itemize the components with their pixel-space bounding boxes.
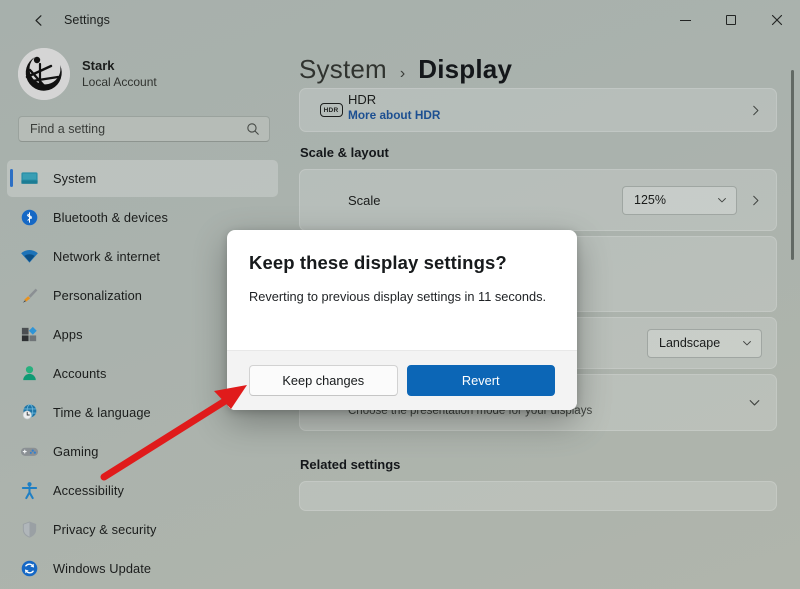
multiple-displays-right <box>747 395 762 410</box>
dialog-title: Keep these display settings? <box>249 252 555 274</box>
chevron-down-icon <box>741 337 753 349</box>
breadcrumb: System › Display <box>299 40 800 85</box>
sidebar-item-system[interactable]: System <box>7 160 278 197</box>
settings-window: Settings <box>0 0 800 589</box>
account-name: Stark <box>82 58 157 74</box>
maximize-icon <box>726 15 736 25</box>
maximize-button[interactable] <box>708 0 754 40</box>
shield-icon <box>16 520 42 539</box>
scale-dropdown[interactable]: 125% <box>622 186 737 215</box>
minimize-icon <box>680 20 691 21</box>
hdr-card[interactable]: HDR HDR More about HDR <box>299 88 777 132</box>
scale-card-title: Scale <box>348 193 622 208</box>
keep-display-settings-dialog: Keep these display settings? Reverting t… <box>227 230 577 410</box>
account-type: Local Account <box>82 75 157 90</box>
keep-changes-button[interactable]: Keep changes <box>249 365 398 396</box>
back-arrow-icon <box>32 13 47 28</box>
hdr-card-right <box>749 104 762 117</box>
minimize-button[interactable] <box>662 0 708 40</box>
scale-card[interactable]: Scale 125% <box>299 169 777 231</box>
chevron-down-icon[interactable] <box>747 395 762 410</box>
close-button[interactable] <box>754 0 800 40</box>
sidebar-item-label: Bluetooth & devices <box>53 210 168 225</box>
search-icon <box>246 122 260 136</box>
display-orientation-right: Landscape <box>647 329 762 358</box>
apps-icon <box>16 325 42 344</box>
close-icon <box>771 14 783 26</box>
related-settings-card[interactable] <box>299 481 777 511</box>
search-placeholder: Find a setting <box>30 122 246 136</box>
sidebar-item-label: Accessibility <box>53 483 124 498</box>
app-title: Settings <box>64 13 110 27</box>
sidebar-item-accessibility[interactable]: Accessibility <box>7 472 278 509</box>
sidebar-item-label: Apps <box>53 327 83 342</box>
account-block[interactable]: Stark Local Account <box>0 40 278 100</box>
gamepad-icon <box>16 442 42 461</box>
scale-layout-heading: Scale & layout <box>300 145 800 160</box>
scale-value: 125% <box>634 193 666 207</box>
person-icon <box>16 364 42 383</box>
hdr-card-body: HDR More about HDR <box>348 98 749 122</box>
sidebar-item-label: System <box>53 171 96 186</box>
scale-card-right: 125% <box>622 186 762 215</box>
chevron-right-icon[interactable] <box>749 104 762 117</box>
sidebar-item-label: Network & internet <box>53 249 160 264</box>
hdr-card-title: HDR <box>348 92 749 107</box>
accessibility-icon <box>16 481 42 500</box>
update-icon <box>16 559 42 578</box>
hdr-badge-text: HDR <box>320 103 343 117</box>
monitor-icon <box>16 169 42 188</box>
avatar-glyph-icon <box>18 48 70 100</box>
vertical-scrollbar[interactable] <box>791 70 794 260</box>
dialog-footer: Keep changes Revert <box>227 350 577 410</box>
title-bar: Settings <box>0 0 800 40</box>
clock-globe-icon <box>16 403 42 422</box>
breadcrumb-separator: › <box>400 65 405 83</box>
sidebar-item-label: Accounts <box>53 366 106 381</box>
scale-card-body: Scale <box>348 193 622 208</box>
display-orientation-value: Landscape <box>659 336 720 350</box>
sidebar-item-gaming[interactable]: Gaming <box>7 433 278 470</box>
sidebar-item-label: Windows Update <box>53 561 151 576</box>
breadcrumb-parent[interactable]: System <box>299 54 387 85</box>
page-title: Display <box>418 54 512 85</box>
paintbrush-icon <box>16 286 42 305</box>
chevron-down-icon <box>716 194 728 206</box>
hdr-badge-icon: HDR <box>314 103 348 117</box>
account-text: Stark Local Account <box>82 58 157 90</box>
sidebar-item-label: Privacy & security <box>53 522 157 537</box>
hdr-more-link[interactable]: More about HDR <box>348 108 749 122</box>
sidebar-item-label: Time & language <box>53 405 151 420</box>
sidebar-item-windows-update[interactable]: Windows Update <box>7 550 278 587</box>
sidebar-item-label: Personalization <box>53 288 142 303</box>
sidebar-item-privacy-security[interactable]: Privacy & security <box>7 511 278 548</box>
related-settings-heading: Related settings <box>300 457 800 472</box>
dialog-message: Reverting to previous display settings i… <box>249 289 555 304</box>
revert-button[interactable]: Revert <box>407 365 556 396</box>
back-button[interactable] <box>22 5 56 35</box>
window-controls <box>662 0 800 40</box>
search-input[interactable]: Find a setting <box>18 116 270 142</box>
dialog-content: Keep these display settings? Reverting t… <box>227 230 577 350</box>
chevron-right-icon[interactable] <box>749 194 762 207</box>
wifi-icon <box>16 247 42 266</box>
sidebar-item-label: Gaming <box>53 444 98 459</box>
avatar <box>18 48 70 100</box>
bluetooth-icon <box>16 208 42 227</box>
display-orientation-dropdown[interactable]: Landscape <box>647 329 762 358</box>
